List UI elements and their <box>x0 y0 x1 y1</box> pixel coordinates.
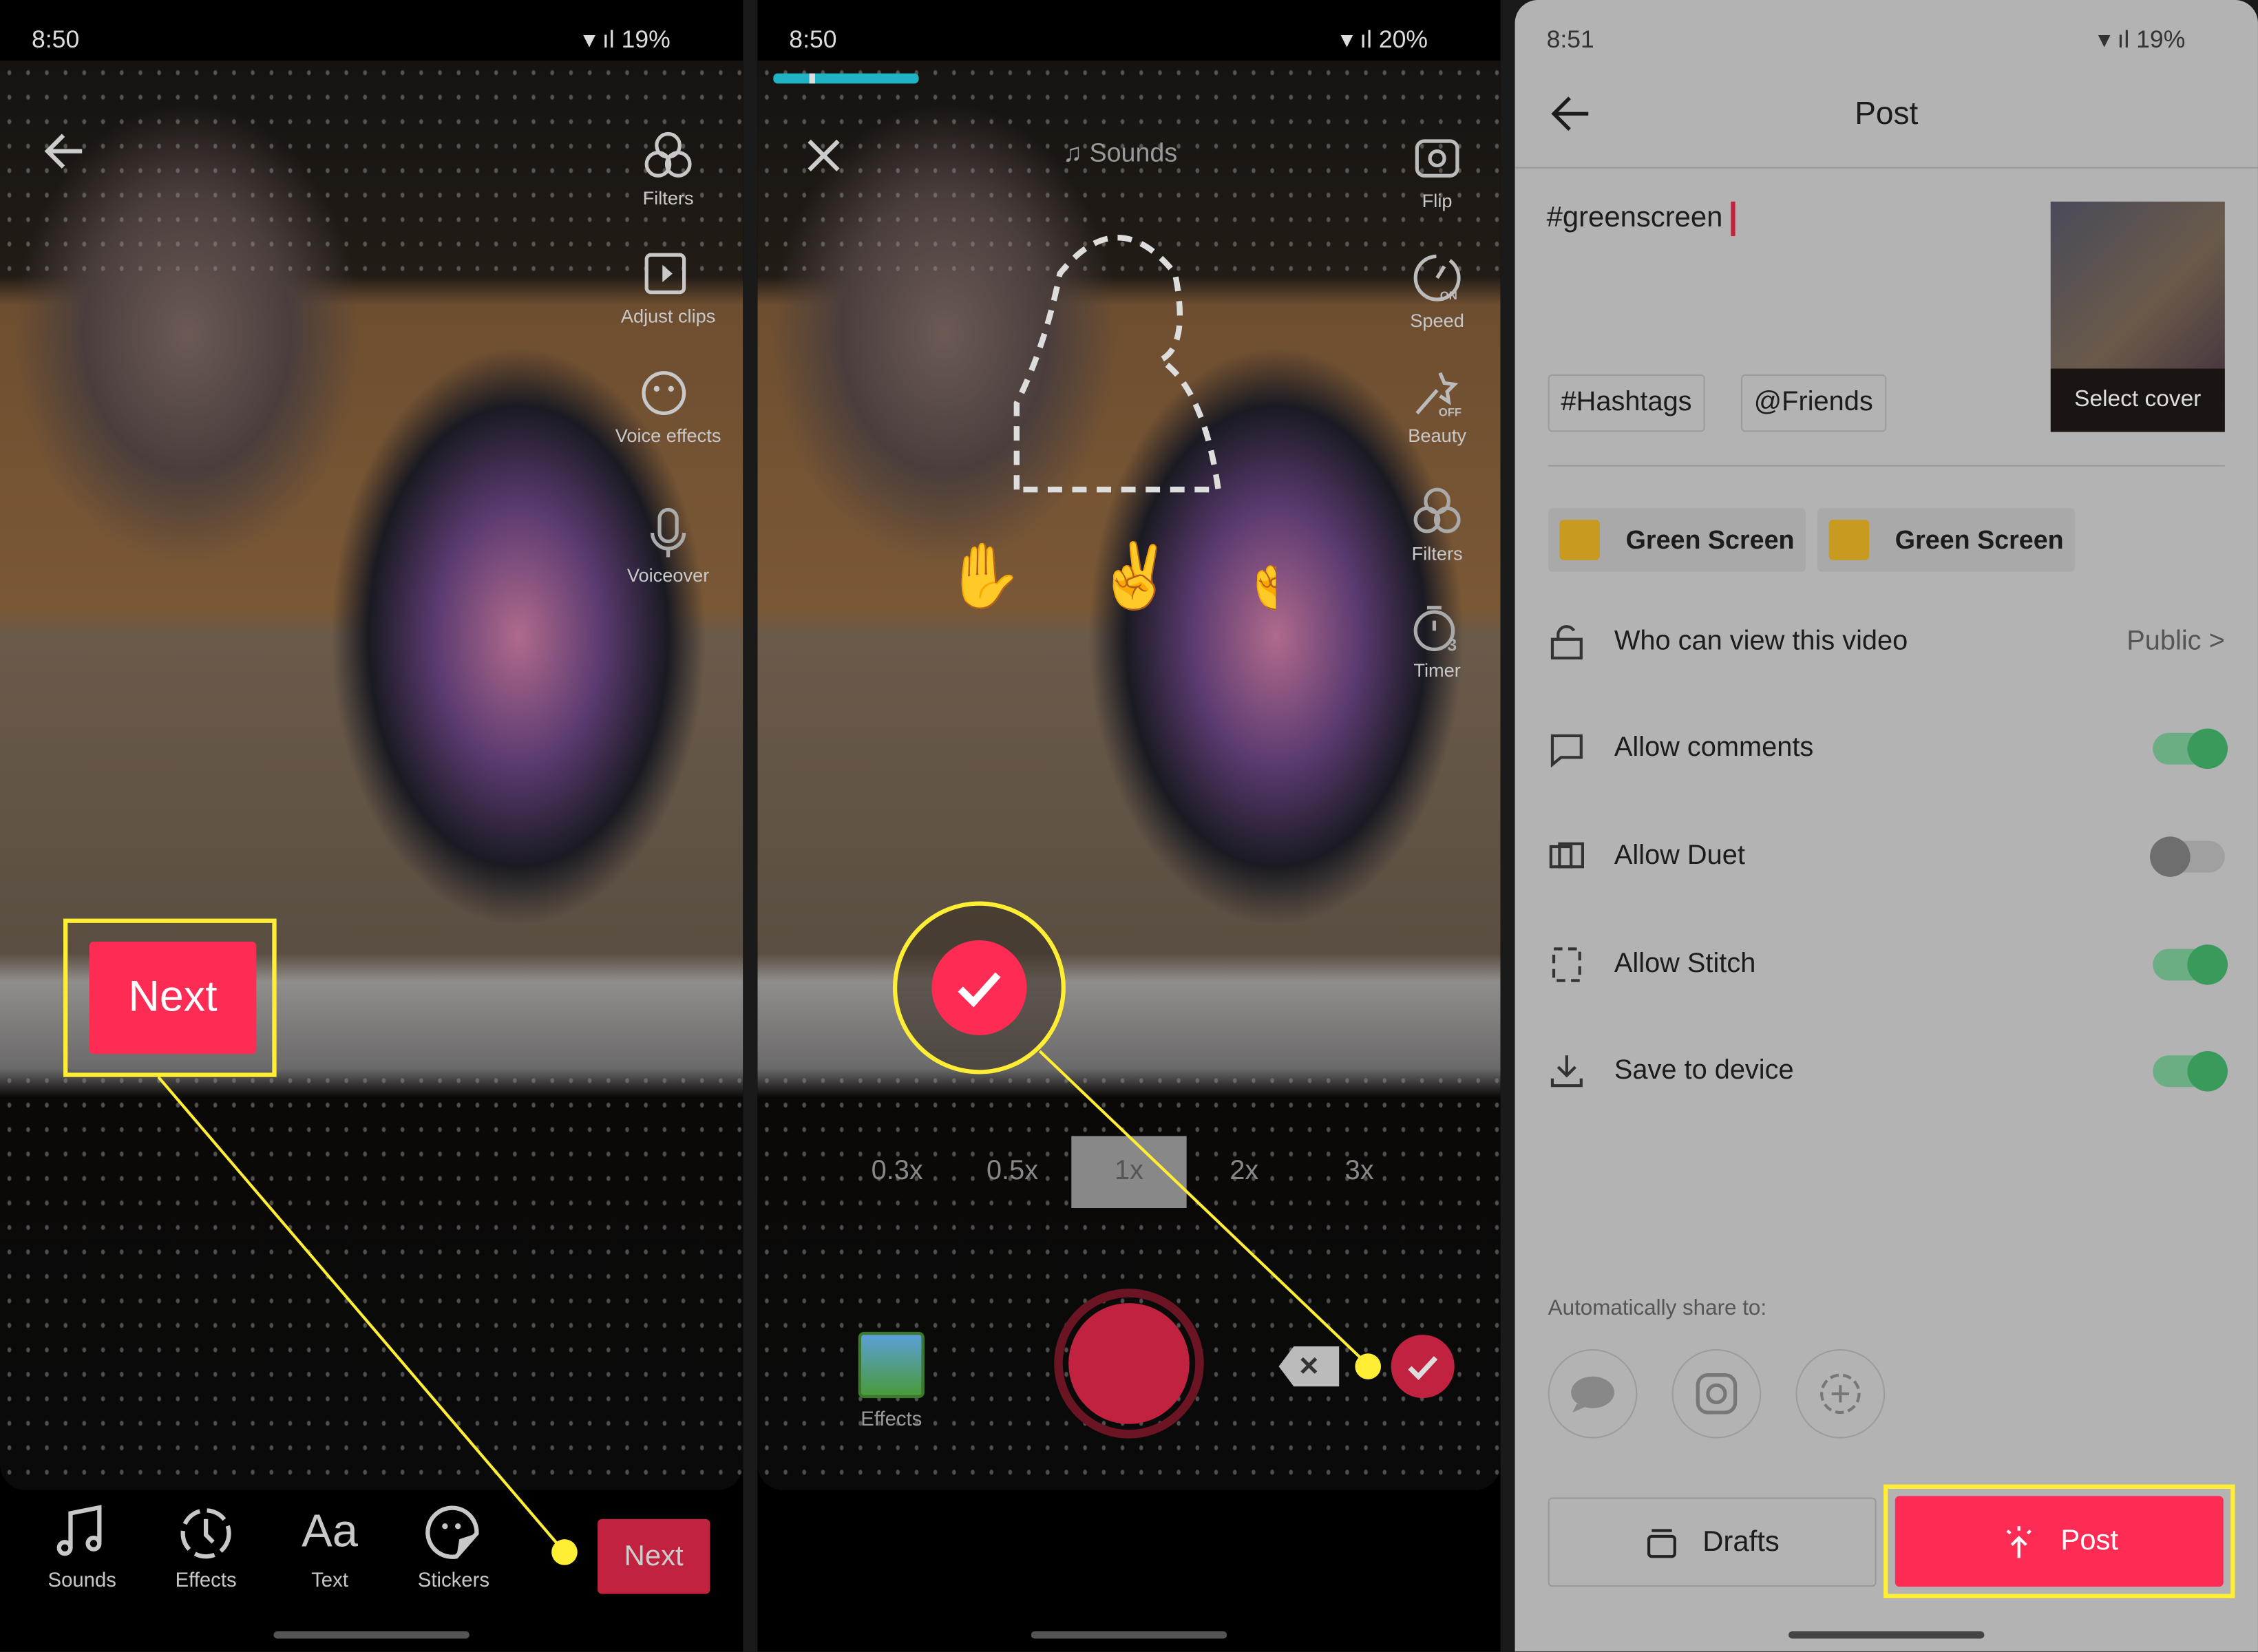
instagram-icon <box>1696 1373 1738 1415</box>
who-can-view-row[interactable]: Who can view this video Public > <box>1548 613 2225 671</box>
status-icons: ▾ ıl 19% <box>2098 25 2186 54</box>
share-label: Automatically share to: <box>1548 1295 1767 1321</box>
duet-icon <box>1549 842 1584 869</box>
post-button[interactable]: Post <box>1895 1496 2224 1587</box>
text-aa-icon: Aa <box>302 1504 358 1557</box>
select-cover-label: Select cover <box>2050 368 2225 432</box>
stitch-icon <box>1552 947 1581 982</box>
page-title: Post <box>1855 95 1919 131</box>
stickers-tool[interactable]: Stickers <box>403 1505 504 1591</box>
caption-input[interactable]: #greenscreen <box>1547 201 1736 237</box>
text-tool[interactable]: Aa Text <box>279 1505 380 1591</box>
allow-stitch-toggle[interactable] <box>2153 944 2228 985</box>
drafts-icon <box>1647 1529 1677 1558</box>
hashtags-button[interactable]: # Hashtags <box>1548 374 1705 432</box>
effects-timer-icon <box>180 1508 231 1559</box>
effects-thumbnail-icon <box>858 1331 925 1399</box>
record-button[interactable] <box>1054 1289 1204 1439</box>
music-note-icon <box>56 1505 102 1556</box>
sticker-icon <box>425 1505 479 1559</box>
allow-comments-toggle[interactable] <box>2153 728 2228 770</box>
effects-button[interactable]: Effects <box>844 1331 939 1430</box>
editor-panel: 8:50 ▾ ıl 19% Filters Adjust clips Voice… <box>0 0 743 1652</box>
drafts-button[interactable]: Drafts <box>1548 1497 1877 1587</box>
home-indicator <box>1031 1631 1227 1639</box>
post-panel: 8:51 ▾ ıl 19% Post #greenscreen Select c… <box>1515 0 2258 1652</box>
allow-stitch-row: Allow Stitch <box>1548 936 2228 994</box>
share-more-button[interactable] <box>1795 1349 1886 1439</box>
share-messages-button[interactable] <box>1548 1349 1638 1439</box>
share-instagram-button[interactable] <box>1671 1349 1762 1439</box>
effect-tag[interactable]: Green Screen <box>1548 508 1806 572</box>
next-button[interactable]: Next <box>598 1518 710 1594</box>
callout-pointer <box>157 1076 578 1565</box>
divider <box>1548 465 2225 467</box>
lock-open-icon <box>1550 625 1583 660</box>
message-bubble-icon <box>1571 1376 1614 1413</box>
status-time: 8:51 <box>1546 25 1594 54</box>
effects-tool[interactable]: Effects <box>156 1505 256 1591</box>
chevron-right-icon: > <box>2208 626 2225 657</box>
camera-panel: 8:50 ▾ ıl 20% ♫ Sounds Flip ON Speed OFF B… <box>757 0 1501 1652</box>
battery-level: 19% <box>2136 25 2186 54</box>
effect-tag[interactable]: Green Screen <box>1817 508 2076 572</box>
download-icon <box>1550 1055 1583 1088</box>
allow-duet-row: Allow Duet <box>1548 828 2225 886</box>
save-to-device-toggle[interactable] <box>2153 1051 2228 1092</box>
effect-icon <box>1828 520 1870 560</box>
post-callout-highlight: Post <box>1884 1484 2235 1598</box>
confirm-button[interactable] <box>1391 1335 1455 1399</box>
privacy-value: Public <box>2127 626 2202 657</box>
check-icon <box>1408 1356 1438 1381</box>
add-circle-icon <box>1820 1373 1861 1415</box>
divider <box>1515 167 2258 169</box>
allow-comments-row: Allow comments <box>1548 720 2228 778</box>
save-to-device-row: Save to device <box>1548 1042 2228 1100</box>
home-indicator <box>1789 1631 1985 1639</box>
sounds-tool[interactable]: Sounds <box>32 1505 132 1591</box>
cover-thumbnail[interactable]: Select cover <box>2050 201 2225 432</box>
friends-button[interactable]: @ Friends <box>1740 374 1886 432</box>
effect-icon <box>1559 520 1600 560</box>
comment-icon <box>1550 734 1583 767</box>
home-indicator <box>273 1631 469 1639</box>
upload-sparkle-icon <box>2006 1525 2032 1558</box>
allow-duet-toggle[interactable] <box>2150 836 2225 877</box>
